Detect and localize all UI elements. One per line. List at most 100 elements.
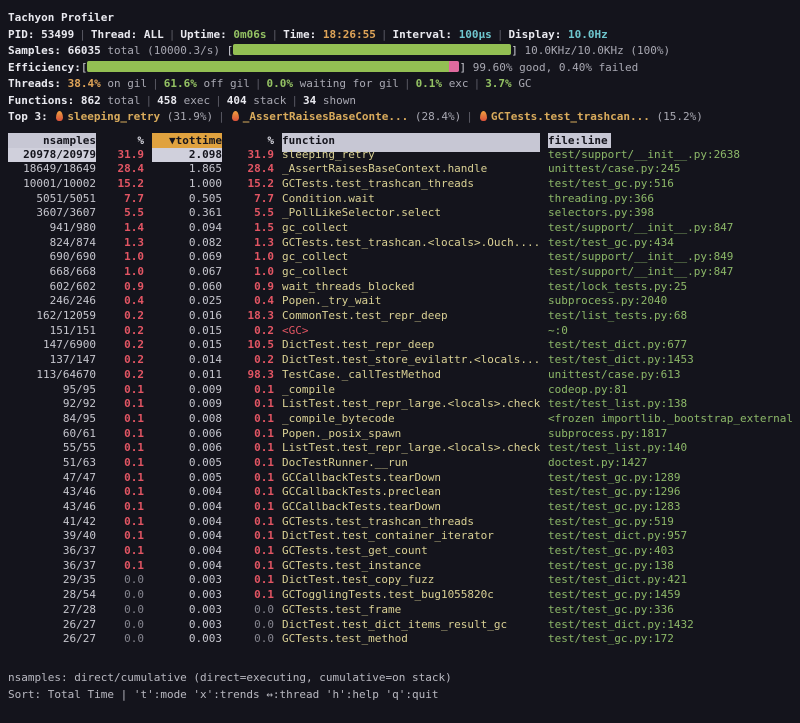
table-row[interactable]: 92/920.10.0090.1ListTest.test_repr_large… (8, 397, 792, 412)
tottime-cell: 0.004 (152, 485, 222, 500)
table-row[interactable]: 36/370.10.0040.1GCTests.test_instancetes… (8, 559, 792, 574)
divider: | (74, 28, 91, 41)
direct-pct-cell: 0.1 (104, 397, 144, 412)
table-row[interactable]: 162/120590.20.01618.3CommonTest.test_rep… (8, 309, 792, 324)
direct-pct-cell: 0.0 (104, 632, 144, 647)
cumulative-pct-cell: 15.2 (230, 177, 274, 192)
cumulative-pct-cell: 0.1 (230, 456, 274, 471)
samples-count: 66035 (68, 44, 101, 57)
table-row[interactable]: 43/460.10.0040.1GCCallbackTests.tearDown… (8, 500, 792, 515)
table-row[interactable]: 55/550.10.0060.1ListTest.test_repr_large… (8, 441, 792, 456)
tottime-cell: 0.067 (152, 265, 222, 280)
cumulative-pct-cell: 98.3 (230, 368, 274, 383)
table-row[interactable]: 147/69000.20.01510.5DictTest.test_repr_d… (8, 338, 792, 353)
direct-pct-cell: 0.1 (104, 456, 144, 471)
nsamples-cell: 36/37 (8, 544, 96, 559)
cumulative-pct-cell: 1.5 (230, 221, 274, 236)
tottime-cell: 0.361 (152, 206, 222, 221)
table-row[interactable]: 151/1510.20.0150.2<GC>~:0 (8, 324, 792, 339)
file-line-cell: test/test_dict.py:421 (548, 573, 792, 588)
thread-value[interactable]: ALL (144, 28, 164, 41)
interval-value: 100μs (459, 28, 492, 41)
table-row[interactable]: 27/280.00.0030.0GCTests.test_frametest/t… (8, 603, 792, 618)
direct-pct-cell: 0.2 (104, 353, 144, 368)
table-row[interactable]: 43/460.10.0040.1GCCallbackTests.preclean… (8, 485, 792, 500)
threads-line: Threads: 38.4% on gil|61.6% off gil|0.0%… (8, 76, 792, 93)
function-cell: <GC> (282, 324, 540, 339)
table-row[interactable]: 47/470.10.0050.1GCCallbackTests.tearDown… (8, 471, 792, 486)
divider: | (492, 28, 509, 41)
table-row[interactable]: 941/9801.40.0941.5gc_collecttest/support… (8, 221, 792, 236)
cumulative-pct-cell: 0.1 (230, 412, 274, 427)
cumulative-pct-cell: 0.1 (230, 500, 274, 515)
table-row[interactable]: 602/6020.90.0600.9wait_threads_blockedte… (8, 280, 792, 295)
table-row[interactable]: 26/270.00.0030.0GCTests.test_methodtest/… (8, 632, 792, 647)
function-cell: CommonTest.test_repr_deep (282, 309, 540, 324)
divider: | (469, 77, 486, 90)
nsamples-cell: 47/47 (8, 471, 96, 486)
table-row[interactable]: 36/370.10.0040.1GCTests.test_get_countte… (8, 544, 792, 559)
direct-pct-cell: 0.1 (104, 471, 144, 486)
table-row[interactable]: 246/2460.40.0250.4Popen._try_waitsubproc… (8, 294, 792, 309)
direct-pct-cell: 0.1 (104, 500, 144, 515)
tottime-cell: 0.016 (152, 309, 222, 324)
file-line-cell: test/test_dict.py:677 (548, 338, 792, 353)
table-row[interactable]: 39/400.10.0040.1DictTest.test_container_… (8, 529, 792, 544)
tottime-cell: 0.009 (152, 397, 222, 412)
efficiency-progress-bar (87, 61, 459, 72)
table-row[interactable]: 113/646700.20.01198.3TestCase._callTestM… (8, 368, 792, 383)
direct-pct-cell: 1.3 (104, 236, 144, 251)
function-cell: DictTest.test_container_iterator (282, 529, 540, 544)
threads-off-gil-value: 61.6% (164, 77, 197, 90)
time-value: 18:26:55 (323, 28, 376, 41)
file-line-cell: test/support/__init__.py:849 (548, 250, 792, 265)
interval-label: Interval: (392, 28, 452, 41)
functions-stack-value: 404 (227, 94, 247, 107)
table-row[interactable]: 18649/1864928.41.86528.4_AssertRaisesBas… (8, 162, 792, 177)
top3-item-2-name[interactable]: _AssertRaisesBaseConte... (243, 110, 409, 123)
top3-item-1-name[interactable]: sleeping_retry (67, 110, 160, 123)
threads-waiting-value: 0.0% (266, 77, 293, 90)
table-row[interactable]: 95/950.10.0090.1_compilecodeop.py:81 (8, 383, 792, 398)
table-row[interactable]: 668/6681.00.0671.0gc_collecttest/support… (8, 265, 792, 280)
nsamples-cell: 92/92 (8, 397, 96, 412)
table-row[interactable]: 60/610.10.0060.1Popen._posix_spawnsubpro… (8, 427, 792, 442)
bar-close-bracket: ] (459, 61, 466, 74)
cumulative-pct-cell: 0.1 (230, 427, 274, 442)
tottime-cell: 0.003 (152, 588, 222, 603)
functions-total-value: 862 (81, 94, 101, 107)
samples-rate: 10.0KHz/10.0KHz (100%) (524, 44, 670, 57)
footer: nsamples: direct/cumulative (direct=exec… (8, 669, 792, 703)
table-row[interactable]: 26/270.00.0030.0DictTest.test_dict_items… (8, 618, 792, 633)
top3-item-3-pct: (15.2%) (656, 110, 702, 123)
table-row[interactable]: 28/540.00.0030.1GCTogglingTests.test_bug… (8, 588, 792, 603)
nsamples-cell: 20978/20979 (8, 148, 96, 163)
efficiency-text: 99.60% good, 0.40% failed (473, 61, 639, 74)
table-row[interactable]: 84/950.10.0080.1_compile_bytecode<frozen… (8, 412, 792, 427)
column-header-fileline[interactable]: file:line (548, 133, 611, 148)
nsamples-cell: 151/151 (8, 324, 96, 339)
direct-pct-cell: 0.1 (104, 529, 144, 544)
function-cell: GCTests.test_frame (282, 603, 540, 618)
top3-item-3-name[interactable]: GCTests.test_trashcan... (491, 110, 650, 123)
file-line-cell: test/support/__init__.py:2638 (548, 148, 792, 163)
table-row[interactable]: 41/420.10.0040.1GCTests.test_trashcan_th… (8, 515, 792, 530)
table-row[interactable]: 137/1470.20.0140.2DictTest.test_store_ev… (8, 353, 792, 368)
functions-total-text: total (107, 94, 140, 107)
status-line: PID: 53499|Thread: ALL|Uptime: 0m06s|Tim… (8, 27, 792, 44)
tottime-cell: 0.014 (152, 353, 222, 368)
divider: | (164, 28, 181, 41)
tottime-cell: 0.004 (152, 515, 222, 530)
table-row[interactable]: 5051/50517.70.5057.7Condition.waitthread… (8, 192, 792, 207)
function-cell: gc_collect (282, 250, 540, 265)
flame-icon (232, 111, 239, 121)
table-row[interactable]: 51/630.10.0050.1DocTestRunner.__rundocte… (8, 456, 792, 471)
table-row[interactable]: 3607/36075.50.3615.5_PollLikeSelector.se… (8, 206, 792, 221)
table-row[interactable]: 29/350.00.0030.1DictTest.test_copy_fuzzt… (8, 573, 792, 588)
table-row[interactable]: 10001/1000215.21.00015.2GCTests.test_tra… (8, 177, 792, 192)
table-row[interactable]: 20978/2097931.92.09831.9sleeping_retryte… (8, 148, 792, 163)
function-cell: Popen._posix_spawn (282, 427, 540, 442)
footer-keybindings: Sort: Total Time | 't':mode 'x':trends ↔… (8, 686, 792, 703)
table-row[interactable]: 690/6901.00.0691.0gc_collecttest/support… (8, 250, 792, 265)
table-row[interactable]: 824/8741.30.0821.3GCTests.test_trashcan.… (8, 236, 792, 251)
